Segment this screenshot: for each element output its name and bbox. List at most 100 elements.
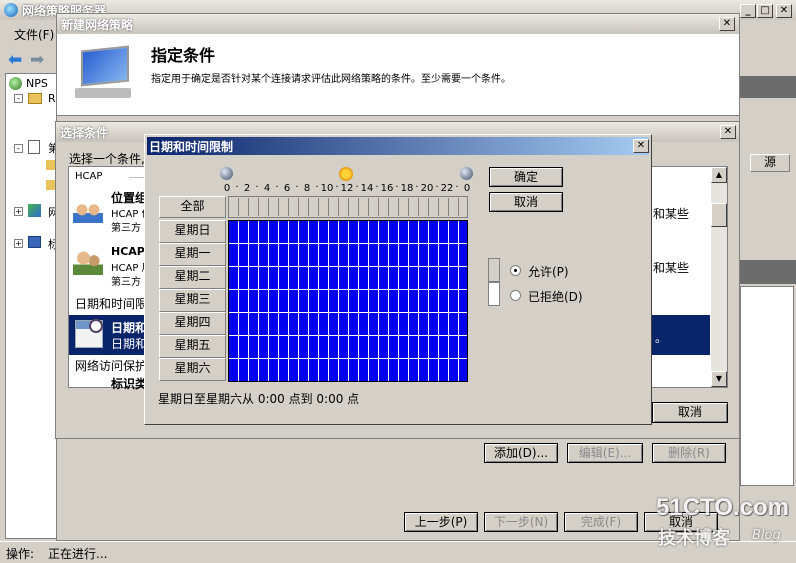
- time-grid[interactable]: [228, 220, 468, 382]
- hour-tick-label: 18: [400, 183, 414, 194]
- next-button[interactable]: 下一步(N): [484, 512, 558, 532]
- edit-button[interactable]: 编辑(E)...: [567, 443, 643, 463]
- grid-hour-line: [278, 221, 279, 381]
- wizard-heading: 指定条件: [151, 46, 216, 65]
- permit-radio[interactable]: [510, 265, 521, 276]
- wizard-description: 指定用于确定是否针对某个连接请求评估此网络策略的条件。至少需要一个条件。: [151, 74, 511, 85]
- hour-tick-label: 12: [340, 183, 354, 194]
- grid-hour-line: [238, 221, 239, 381]
- tree-item-nps[interactable]: NPS: [26, 77, 48, 90]
- select-condition-prompt: 选择一个条件,: [69, 152, 145, 166]
- datetime-cancel-button[interactable]: 取消: [489, 192, 563, 212]
- grid-day-line: [229, 335, 467, 336]
- back-arrow-icon[interactable]: ⬅: [8, 50, 22, 70]
- permit-label[interactable]: 允许(P): [528, 263, 569, 280]
- hour-column-line: [448, 198, 449, 216]
- condition-desc-right: 和某些: [653, 261, 690, 275]
- day-header[interactable]: 星期三: [159, 289, 226, 312]
- grid-hour-line: [268, 221, 269, 381]
- condition-group-nap: 网络访问保护: [75, 359, 148, 373]
- user-icon: [73, 249, 103, 275]
- select-condition-title: 选择条件: [60, 126, 109, 140]
- hour-column-line: [288, 198, 289, 216]
- day-header[interactable]: 星期日: [159, 220, 226, 243]
- close-button[interactable]: ✕: [633, 139, 649, 153]
- condition-group-hcap: HCAP: [75, 171, 103, 182]
- condition-name[interactable]: 标识类: [111, 375, 147, 392]
- expand-icon[interactable]: -: [14, 94, 23, 103]
- back-button[interactable]: 上一步(P): [404, 512, 478, 532]
- deny-label[interactable]: 已拒绝(D): [528, 288, 583, 305]
- forward-arrow-icon[interactable]: ➡: [30, 50, 44, 70]
- day-header[interactable]: 星期六: [159, 358, 226, 381]
- vertical-scrollbar[interactable]: ▲ ▼: [711, 167, 727, 387]
- condition-desc: 第三方: [111, 223, 141, 234]
- right-pane-bar: [740, 260, 796, 284]
- hour-column-line: [348, 198, 349, 216]
- grid-hour-line: [448, 221, 449, 381]
- hour-column-line: [298, 198, 299, 216]
- ok-button[interactable]: 确定: [489, 167, 563, 187]
- day-header[interactable]: 星期四: [159, 312, 226, 335]
- hour-column-line: [398, 198, 399, 216]
- users-group-icon: [73, 201, 103, 223]
- grid-day-line: [229, 243, 467, 244]
- finish-button[interactable]: 完成(F): [564, 512, 638, 532]
- grid-hour-line: [398, 221, 399, 381]
- monitor-icon: [75, 45, 133, 98]
- watermark-logo: 51CTO.com 技术博客 Blog: [650, 494, 796, 549]
- maximize-button[interactable]: □: [757, 4, 773, 18]
- hour-tick-dot: ·: [355, 182, 359, 193]
- day-header[interactable]: 星期二: [159, 266, 226, 289]
- scroll-down-button[interactable]: ▼: [711, 371, 727, 387]
- menu-file[interactable]: 文件(F): [14, 26, 54, 43]
- tree-item-r[interactable]: R: [48, 92, 56, 105]
- source-column-header[interactable]: 源: [750, 154, 790, 172]
- grid-hour-line: [428, 221, 429, 381]
- grid-hour-line: [298, 221, 299, 381]
- day-header[interactable]: 星期五: [159, 335, 226, 358]
- add-button[interactable]: 添加(D)...: [484, 443, 558, 463]
- hour-column-line: [308, 198, 309, 216]
- watermark-domain: 51CTO.com: [656, 494, 789, 521]
- hour-column-line: [318, 198, 319, 216]
- watermark-blog: Blog: [752, 528, 781, 543]
- hour-tick-label: 10: [320, 183, 334, 194]
- scroll-thumb[interactable]: [711, 203, 727, 227]
- close-button[interactable]: ✕: [719, 17, 735, 31]
- expand-icon[interactable]: +: [14, 239, 23, 248]
- select-condition-cancel-button[interactable]: 取消: [652, 402, 728, 423]
- grid-hour-line: [418, 221, 419, 381]
- day-header[interactable]: 星期一: [159, 243, 226, 266]
- hour-column-line: [388, 198, 389, 216]
- document-icon: [28, 140, 40, 154]
- expand-icon[interactable]: -: [14, 144, 23, 153]
- wizard-header: 指定条件 指定用于确定是否针对某个连接请求评估此网络策略的条件。至少需要一个条件…: [57, 34, 739, 116]
- hour-column-line: [438, 198, 439, 216]
- delete-button[interactable]: 删除(R): [652, 443, 726, 463]
- deny-radio[interactable]: [510, 290, 521, 301]
- hour-tick-dot: ·: [455, 182, 459, 193]
- grid-hour-line: [258, 221, 259, 381]
- close-button[interactable]: ✕: [720, 125, 736, 139]
- datetime-title: 日期和时间限制: [149, 140, 234, 154]
- all-button[interactable]: 全部: [159, 196, 226, 218]
- watermark-tagline: 技术博客: [658, 528, 730, 549]
- hour-column-line: [408, 198, 409, 216]
- scroll-up-button[interactable]: ▲: [711, 167, 727, 183]
- network-icon: [28, 204, 41, 217]
- hour-tick-label: 0: [223, 183, 231, 194]
- tree-pane: NPS - R - 第 + 网 + 标: [5, 73, 59, 539]
- hour-header-row[interactable]: [228, 196, 468, 218]
- minimize-button[interactable]: _: [740, 4, 756, 18]
- hour-column-line: [458, 198, 459, 216]
- expand-icon[interactable]: +: [14, 207, 23, 216]
- condition-desc-right: 。: [655, 331, 668, 345]
- close-button[interactable]: ✕: [776, 4, 792, 18]
- hour-tick-dot: ·: [415, 182, 419, 193]
- hour-tick-dot: ·: [335, 182, 339, 193]
- grid-hour-line: [328, 221, 329, 381]
- hour-column-line: [428, 198, 429, 216]
- grid-hour-line: [338, 221, 339, 381]
- right-pane: 源: [740, 20, 796, 540]
